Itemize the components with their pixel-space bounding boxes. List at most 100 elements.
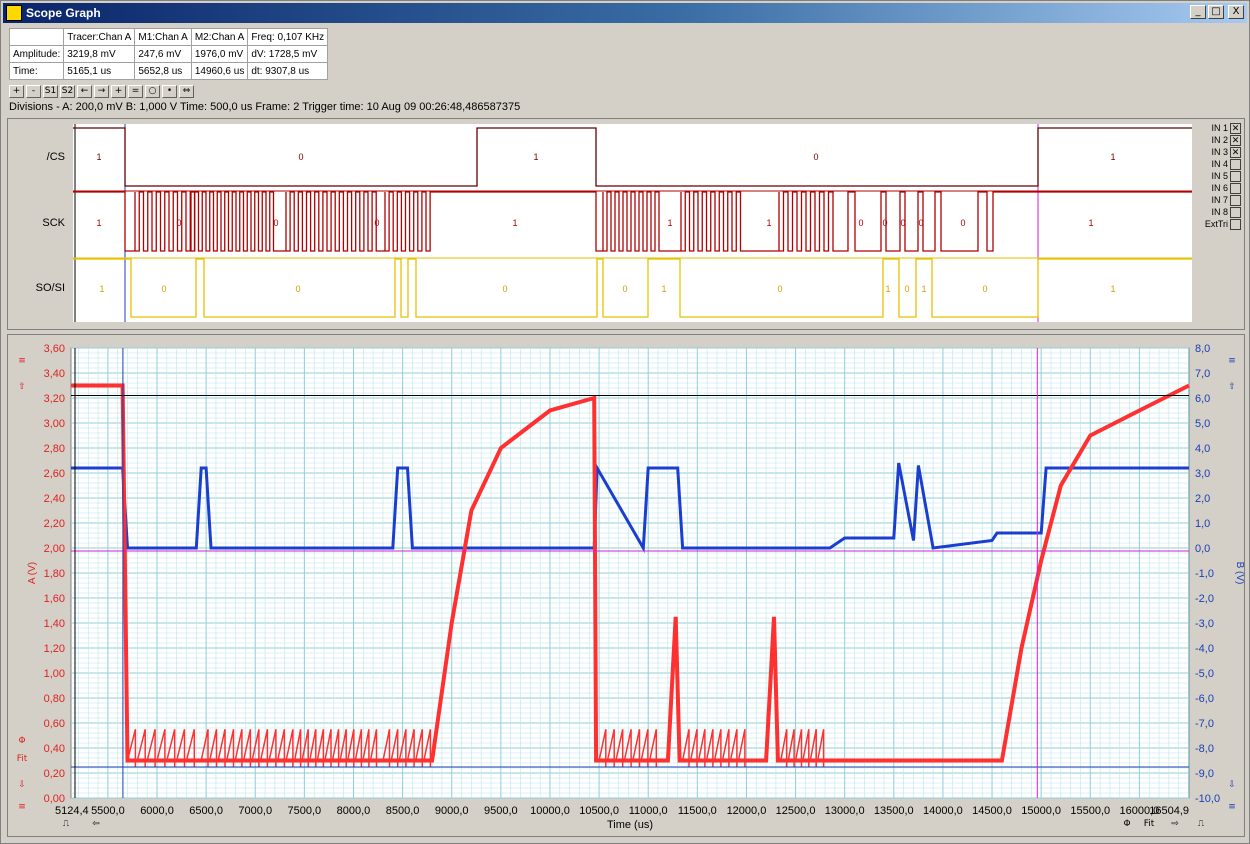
input-channel-row[interactable]: IN 7 xyxy=(1193,194,1241,206)
left-axis-tick-label: 1,60 xyxy=(44,593,65,605)
cursor-cross-button[interactable]: + xyxy=(111,85,126,98)
left-axis-control-button[interactable]: Φ xyxy=(15,735,29,748)
sosi-bit-label: 0 xyxy=(904,284,909,294)
input-checkbox[interactable]: ✕ xyxy=(1230,134,1241,146)
left-axis-tick-label: 3,60 xyxy=(44,343,65,355)
left-axis-tick-label: 1,80 xyxy=(44,568,65,580)
input-checkbox[interactable] xyxy=(1230,158,1241,170)
arrow-left-button[interactable]: ← xyxy=(77,85,92,98)
cs-bit-label: 1 xyxy=(1110,152,1115,162)
input-channel-label: IN 2 xyxy=(1211,135,1228,145)
logic-waveforms[interactable]: 1 0 1 0 1 1 0 0 0 1 1 1 0 0 0 0 0 1 1 0 0 0 0 1 0 1 0 1 0 1 xyxy=(73,124,1192,322)
scope-app-icon xyxy=(6,5,22,21)
input-channel-row[interactable]: IN 4 xyxy=(1193,158,1241,170)
camera-button[interactable]: ○ xyxy=(145,85,160,98)
zoom-out-button[interactable]: - xyxy=(26,85,41,98)
time-axis-control-button[interactable]: Fit xyxy=(1139,818,1159,831)
s2-button[interactable]: S2 xyxy=(60,85,75,98)
x-axis-tick-label: 13500,0 xyxy=(874,805,914,817)
channel-label-sosi: SO/SI xyxy=(35,282,65,294)
input-channel-row[interactable]: IN 6 xyxy=(1193,182,1241,194)
close-button[interactable]: X xyxy=(1228,5,1244,19)
input-checkbox[interactable] xyxy=(1230,194,1241,206)
input-checkbox[interactable] xyxy=(1230,206,1241,218)
window-title: Scope Graph xyxy=(26,6,101,20)
cursor-h-button[interactable]: = xyxy=(128,85,143,98)
minimize-button[interactable]: _ xyxy=(1190,5,1206,19)
left-axis-tick-label: 0,80 xyxy=(44,693,65,705)
left-axis-tick-label: 3,20 xyxy=(44,393,65,405)
input-channel-row[interactable]: IN 5 xyxy=(1193,170,1241,182)
arrow-right-button[interactable]: → xyxy=(94,85,109,98)
x-axis-tick-label: 15500,0 xyxy=(1070,805,1110,817)
input-checkbox[interactable]: ✕ xyxy=(1230,122,1241,134)
expand-button[interactable]: ⇔ xyxy=(179,85,194,98)
input-channel-row[interactable]: IN 3 ✕ xyxy=(1193,146,1241,158)
left-axis-tick-label: 1,20 xyxy=(44,643,65,655)
right-axis-tick-label: -5,0 xyxy=(1195,668,1214,680)
analog-chart[interactable]: 3,60 3,40 3,20 3,00 2,80 2,60 2,40 2,20 2,00 1,80… xyxy=(1,334,1250,839)
cs-bit-label: 1 xyxy=(96,152,101,162)
right-axis-tick-label: 7,0 xyxy=(1195,368,1210,380)
x-axis-tick-label: 14500,0 xyxy=(972,805,1012,817)
cs-bit-label: 0 xyxy=(298,152,303,162)
time-axis-control-button[interactable]: ⇨ xyxy=(1165,818,1185,831)
x-axis-tick-label: 9000,0 xyxy=(435,805,469,817)
input-channel-row[interactable]: IN 8 xyxy=(1193,206,1241,218)
cs-waveform xyxy=(73,127,1192,187)
sosi-bit-label: 1 xyxy=(885,284,890,294)
time-axis-control-button[interactable]: ⎍ xyxy=(57,818,75,831)
s1-button[interactable]: S1 xyxy=(43,85,58,98)
left-axis-tick-label: 2,20 xyxy=(44,518,65,530)
input-checkbox[interactable] xyxy=(1230,170,1241,182)
table-header-row: Tracer:Chan A M1:Chan A M2:Chan A Freq: … xyxy=(8,28,329,46)
input-checkbox[interactable]: ✕ xyxy=(1230,146,1241,158)
sck-bit-label: 1 xyxy=(512,218,517,228)
input-channel-row[interactable]: IN 2 ✕ xyxy=(1193,134,1241,146)
input-checkbox[interactable] xyxy=(1230,218,1241,230)
left-axis-tick-label: 2,00 xyxy=(44,543,65,555)
time-axis-control-button[interactable]: ⇦ xyxy=(87,818,105,831)
channel-label-sck: SCK xyxy=(42,217,65,229)
left-axis-control-button[interactable]: ⇧ xyxy=(15,381,29,394)
sosi-bit-label: 0 xyxy=(161,284,166,294)
x-axis-tick-label: 8000,0 xyxy=(337,805,371,817)
left-axis-tick-label: 1,40 xyxy=(44,618,65,630)
input-channel-row[interactable]: ExtTri xyxy=(1193,218,1241,230)
left-axis-control-button[interactable]: ≡ xyxy=(15,801,29,814)
left-axis-control-button[interactable]: ≡ xyxy=(15,355,29,368)
input-channel-label: IN 6 xyxy=(1211,183,1228,193)
sosi-bit-label: 1 xyxy=(99,284,104,294)
x-axis-tick-label: 15000,0 xyxy=(1021,805,1061,817)
left-axis-control-button[interactable]: Fit xyxy=(15,753,29,766)
right-axis-tick-label: 3,0 xyxy=(1195,468,1210,480)
marker-button[interactable]: • xyxy=(162,85,177,98)
table-cell: 5652,8 us xyxy=(134,62,192,80)
title-bar[interactable]: Scope Graph _ □ X xyxy=(3,3,1247,23)
left-axis-tick-label: 0,40 xyxy=(44,743,65,755)
table-cell: 247,6 mV xyxy=(134,45,192,63)
right-axis-control-button[interactable]: ⇧ xyxy=(1225,381,1239,394)
left-axis-tick-label: 3,00 xyxy=(44,418,65,430)
left-axis-tick-label: 3,40 xyxy=(44,368,65,380)
right-axis-control-button[interactable]: ≡ xyxy=(1225,801,1239,814)
x-axis-tick-label: 6500,0 xyxy=(189,805,223,817)
left-axis-tick-label: 0,20 xyxy=(44,768,65,780)
input-channel-label: IN 5 xyxy=(1211,171,1228,181)
left-axis-control-button[interactable]: ⇩ xyxy=(15,779,29,792)
right-axis-control-button[interactable]: ⇩ xyxy=(1225,779,1239,792)
right-axis-control-button[interactable]: ≡ xyxy=(1225,355,1239,368)
input-checkbox[interactable] xyxy=(1230,182,1241,194)
sosi-bit-label: 1 xyxy=(921,284,926,294)
left-axis-tick-label: 1,00 xyxy=(44,668,65,680)
table-cell: 3219,8 mV xyxy=(63,45,136,63)
input-channel-row[interactable]: IN 1 ✕ xyxy=(1193,122,1241,134)
cs-bit-label: 1 xyxy=(533,152,538,162)
table-row: Time: 5165,1 us 5652,8 us 14960,6 us dt:… xyxy=(8,62,329,80)
zoom-in-button[interactable]: + xyxy=(9,85,24,98)
input-channel-label: IN 7 xyxy=(1211,195,1228,205)
time-axis-control-button[interactable]: ⎍ xyxy=(1191,818,1211,831)
left-axis-title: A (V) xyxy=(27,562,38,584)
maximize-button[interactable]: □ xyxy=(1208,5,1224,19)
time-axis-control-button[interactable]: Φ xyxy=(1117,818,1137,831)
